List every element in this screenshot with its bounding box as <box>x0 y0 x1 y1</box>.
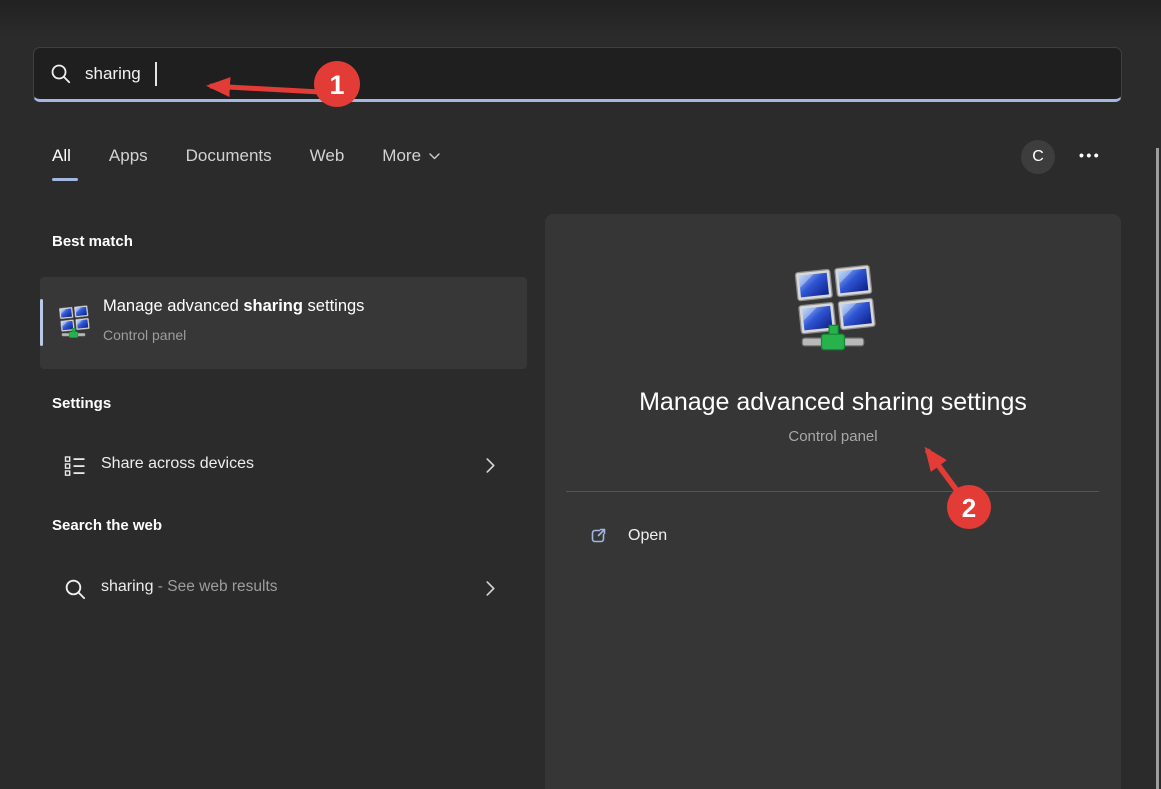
selection-indicator-bar <box>40 299 43 346</box>
chevron-right-icon <box>486 581 495 596</box>
tab-more-label: More <box>382 146 421 166</box>
web-result-item[interactable]: sharing - See web results <box>40 562 527 616</box>
tab-documents[interactable]: Documents <box>186 146 272 181</box>
open-action[interactable]: Open <box>587 525 667 547</box>
tab-more[interactable]: More <box>382 146 440 181</box>
open-external-icon <box>587 525 609 547</box>
preview-subtitle: Control panel <box>545 428 1121 445</box>
preview-title: Manage advanced sharing settings <box>545 388 1121 417</box>
settings-item-label: Share across devices <box>101 455 254 473</box>
search-filter-tabs: All Apps Documents Web More <box>52 146 440 181</box>
best-match-heading: Best match <box>52 233 133 250</box>
best-match-result[interactable]: Manage advanced sharing settings Control… <box>40 277 527 369</box>
text-caret <box>155 62 157 86</box>
settings-heading: Settings <box>52 395 111 412</box>
tab-apps[interactable]: Apps <box>109 146 148 181</box>
result-title: Manage advanced sharing settings <box>103 297 364 316</box>
tab-apps-label: Apps <box>109 146 148 166</box>
tab-web[interactable]: Web <box>310 146 345 181</box>
tab-documents-label: Documents <box>186 146 272 166</box>
result-title-pre: Manage advanced <box>103 297 243 315</box>
web-query-text: sharing <box>101 578 153 595</box>
selected-tab-underline <box>52 178 78 181</box>
window-top-shade <box>0 0 1161 36</box>
result-title-highlight: sharing <box>243 297 303 315</box>
chevron-right-icon <box>486 458 495 473</box>
divider <box>566 491 1099 492</box>
preview-panel: Manage advanced sharing settings Control… <box>545 214 1121 789</box>
search-query-text: sharing <box>85 64 141 84</box>
chevron-down-icon <box>429 153 440 160</box>
settings-item-share-across-devices[interactable]: Share across devices <box>40 439 527 493</box>
scrollbar[interactable] <box>1156 148 1159 789</box>
result-title-post: settings <box>303 297 364 315</box>
open-label: Open <box>628 527 667 545</box>
network-sharing-icon-large <box>787 264 879 356</box>
search-the-web-heading: Search the web <box>52 517 162 534</box>
web-result-label: sharing - See web results <box>101 578 278 596</box>
result-subtitle: Control panel <box>103 327 186 343</box>
search-icon <box>50 63 71 84</box>
web-suffix-text: - See web results <box>153 578 277 595</box>
tab-all[interactable]: All <box>52 146 71 181</box>
more-options-button[interactable]: ••• <box>1079 147 1101 163</box>
tab-all-label: All <box>52 146 71 166</box>
tab-web-label: Web <box>310 146 345 166</box>
share-across-devices-icon <box>64 455 86 477</box>
network-sharing-icon <box>56 305 91 340</box>
search-icon <box>64 578 86 600</box>
avatar-initial: C <box>1032 148 1044 166</box>
account-avatar[interactable]: C <box>1021 140 1055 174</box>
search-input[interactable]: sharing <box>33 47 1122 102</box>
